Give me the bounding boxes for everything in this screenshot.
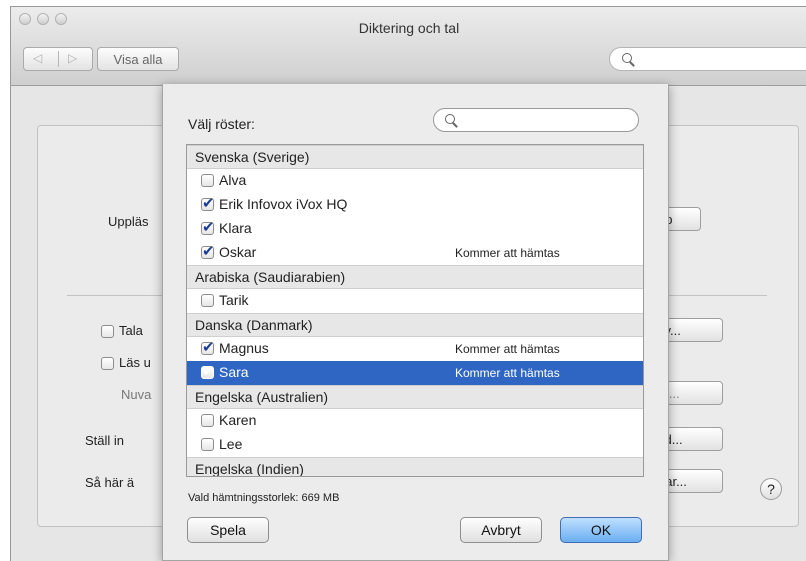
ok-button[interactable]: OK xyxy=(560,517,642,543)
window-search-field[interactable] xyxy=(609,47,806,71)
show-all-button[interactable]: Visa alla xyxy=(97,47,179,71)
tala-label: Tala xyxy=(119,323,143,338)
voice-name: Klara xyxy=(219,220,252,236)
tala-checkbox[interactable] xyxy=(101,325,114,338)
help-button[interactable]: ? xyxy=(760,478,782,500)
voice-status: Kommer att hämtas xyxy=(455,246,560,260)
voice-checkbox[interactable] xyxy=(201,362,215,380)
cancel-button[interactable]: Avbryt xyxy=(460,517,542,543)
voice-name: Magnus xyxy=(219,340,269,356)
voices-sheet: Välj röster: Svenska (Sverige) Alva Erik I… xyxy=(162,84,669,561)
choose-voices-label: Välj röster: xyxy=(188,116,255,132)
las-label: Läs u xyxy=(119,355,151,370)
search-icon xyxy=(445,114,455,124)
language-group-header: Engelska (Australien) xyxy=(187,385,643,409)
voice-name: Tarik xyxy=(219,292,249,308)
voice-checkbox[interactable] xyxy=(201,174,214,187)
language-group-header: Svenska (Sverige) xyxy=(187,145,643,169)
voice-checkbox[interactable] xyxy=(201,294,214,307)
forward-arrow-icon[interactable]: ▷ xyxy=(68,51,77,65)
voice-checkbox[interactable] xyxy=(201,338,215,356)
voice-checkbox[interactable] xyxy=(201,242,215,260)
voice-status: Kommer att hämtas xyxy=(455,342,560,356)
voices-search-field[interactable] xyxy=(433,108,639,132)
voice-row[interactable]: Karen xyxy=(187,409,643,433)
back-forward-control: ◁ ▷ xyxy=(23,47,93,71)
window-title: Diktering och tal xyxy=(358,20,460,36)
title-bar: Diktering och tal ◁ ▷ Visa alla xyxy=(11,7,806,86)
voice-name: Erik Infovox iVox HQ xyxy=(219,196,348,212)
stall-in-label: Ställ in xyxy=(85,433,125,448)
download-size-text: Vald hämtningsstorlek: 669 MB xyxy=(188,492,340,504)
upplasning-label: Uppläs xyxy=(108,214,149,229)
search-icon xyxy=(622,53,632,63)
back-arrow-icon[interactable]: ◁ xyxy=(33,51,42,65)
voice-row[interactable]: Tarik xyxy=(187,289,643,313)
voice-name: Lee xyxy=(219,436,243,452)
voice-name: Sara xyxy=(219,364,249,380)
voice-row[interactable]: Alva xyxy=(187,169,643,193)
voice-checkbox[interactable] xyxy=(201,218,215,236)
voice-checkbox[interactable] xyxy=(201,438,214,451)
voice-row[interactable]: Klara xyxy=(187,217,643,241)
voice-name: Karen xyxy=(219,412,257,428)
voice-row[interactable]: Magnus Kommer att hämtas xyxy=(187,337,643,361)
voice-checkbox[interactable] xyxy=(201,194,215,212)
language-group-header: Danska (Danmark) xyxy=(187,313,643,337)
voice-name: Alva xyxy=(219,172,247,188)
language-group-header: Engelska (Indien) xyxy=(187,457,643,476)
voice-row[interactable]: Erik Infovox iVox HQ xyxy=(187,193,643,217)
voice-checkbox[interactable] xyxy=(201,414,214,427)
voice-name: Oskar xyxy=(219,244,257,260)
voices-list[interactable]: Svenska (Sverige) Alva Erik Infovox iVox H… xyxy=(186,144,644,477)
nuva-label: Nuva xyxy=(121,387,152,402)
voice-row[interactable]: Oskar Kommer att hämtas xyxy=(187,241,643,265)
voice-row[interactable]: Sara Kommer att hämtas xyxy=(187,361,643,385)
las-checkbox[interactable] xyxy=(101,357,114,370)
voice-status: Kommer att hämtas xyxy=(455,366,560,380)
voice-row[interactable]: Lee xyxy=(187,433,643,457)
play-button[interactable]: Spela xyxy=(187,517,269,543)
language-group-header: Arabiska (Saudiarabien) xyxy=(187,265,643,289)
sa-har-label: Så här ä xyxy=(85,475,135,490)
